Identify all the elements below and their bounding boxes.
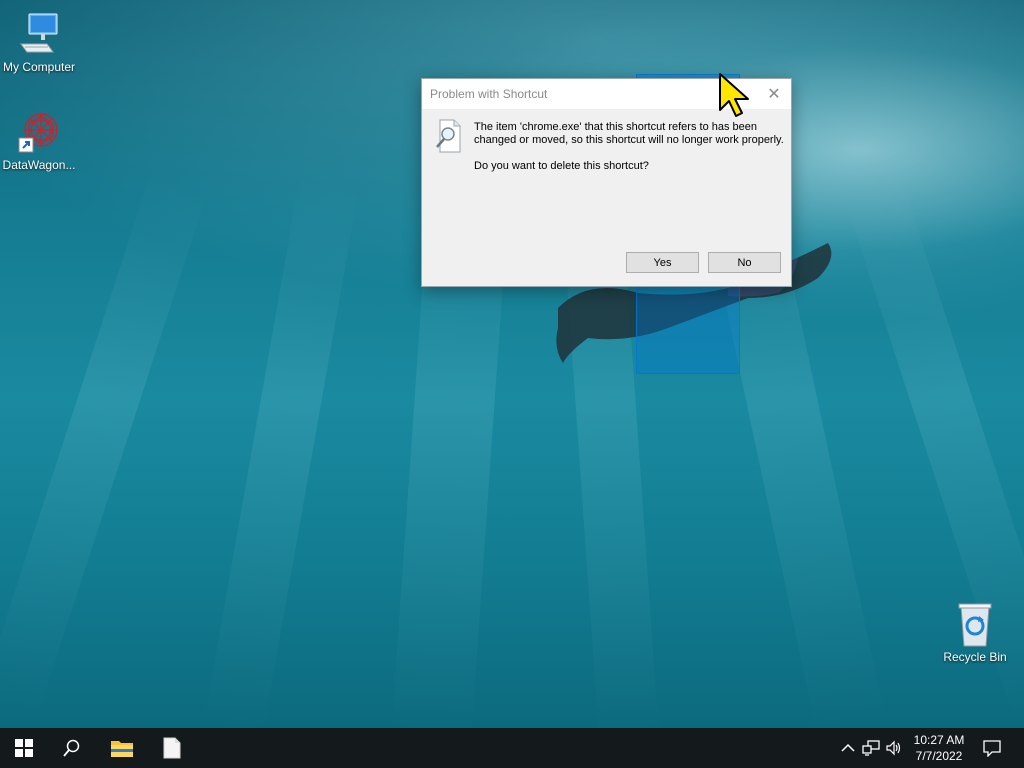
no-button[interactable]: No xyxy=(708,252,781,273)
recycle-bin-icon xyxy=(951,600,999,648)
network-button[interactable] xyxy=(861,738,881,758)
blank-file-icon xyxy=(163,737,181,759)
action-center-button[interactable] xyxy=(982,738,1002,758)
desktop-icon-label: My Computer xyxy=(2,60,76,74)
file-explorer-button[interactable] xyxy=(98,728,146,768)
notification-icon xyxy=(983,740,1001,757)
light-ray xyxy=(0,170,209,722)
close-icon: ✕ xyxy=(767,86,781,103)
desktop-icon-datawagon[interactable]: DataWagon... xyxy=(0,108,78,172)
close-button[interactable]: ✕ xyxy=(757,79,791,109)
show-hidden-icons-button[interactable] xyxy=(838,738,858,758)
search-button[interactable] xyxy=(48,728,96,768)
network-icon xyxy=(862,740,880,756)
desktop-wallpaper[interactable]: My Computer DataWagon... Recycle Bin Pro… xyxy=(0,0,1024,742)
blank-file-button[interactable] xyxy=(148,728,196,768)
desktop-icon-recycle-bin[interactable]: Recycle Bin xyxy=(936,600,1014,664)
dialog-question: Do you want to delete this shortcut? xyxy=(474,160,649,172)
desktop-icon-my-computer[interactable]: My Computer xyxy=(0,10,78,74)
yes-button[interactable]: Yes xyxy=(626,252,699,273)
search-icon xyxy=(63,739,80,757)
taskbar: 10:27 AM 7/7/2022 xyxy=(0,728,1024,768)
taskbar-clock[interactable]: 10:27 AM 7/7/2022 xyxy=(908,732,970,764)
dialog-title: Problem with Shortcut xyxy=(430,87,548,101)
start-button[interactable] xyxy=(0,728,48,768)
desktop-icon-label: Recycle Bin xyxy=(943,650,1007,664)
light-ray xyxy=(203,174,360,737)
clock-date: 7/7/2022 xyxy=(915,749,963,763)
clock-time: 10:27 AM xyxy=(913,733,965,747)
volume-icon xyxy=(886,740,901,756)
search-document-icon xyxy=(434,119,462,153)
file-explorer-icon xyxy=(111,741,133,757)
windows-start-icon xyxy=(15,739,33,757)
monitor-icon xyxy=(15,10,63,58)
volume-button[interactable] xyxy=(884,738,904,758)
chevron-up-icon xyxy=(841,743,855,752)
dialog-message: The item 'chrome.exe' that this shortcut… xyxy=(474,121,784,146)
mouse-cursor-icon xyxy=(719,73,749,117)
datawagon-shortcut-icon xyxy=(15,108,63,156)
desktop-icon-label: DataWagon... xyxy=(2,158,76,172)
